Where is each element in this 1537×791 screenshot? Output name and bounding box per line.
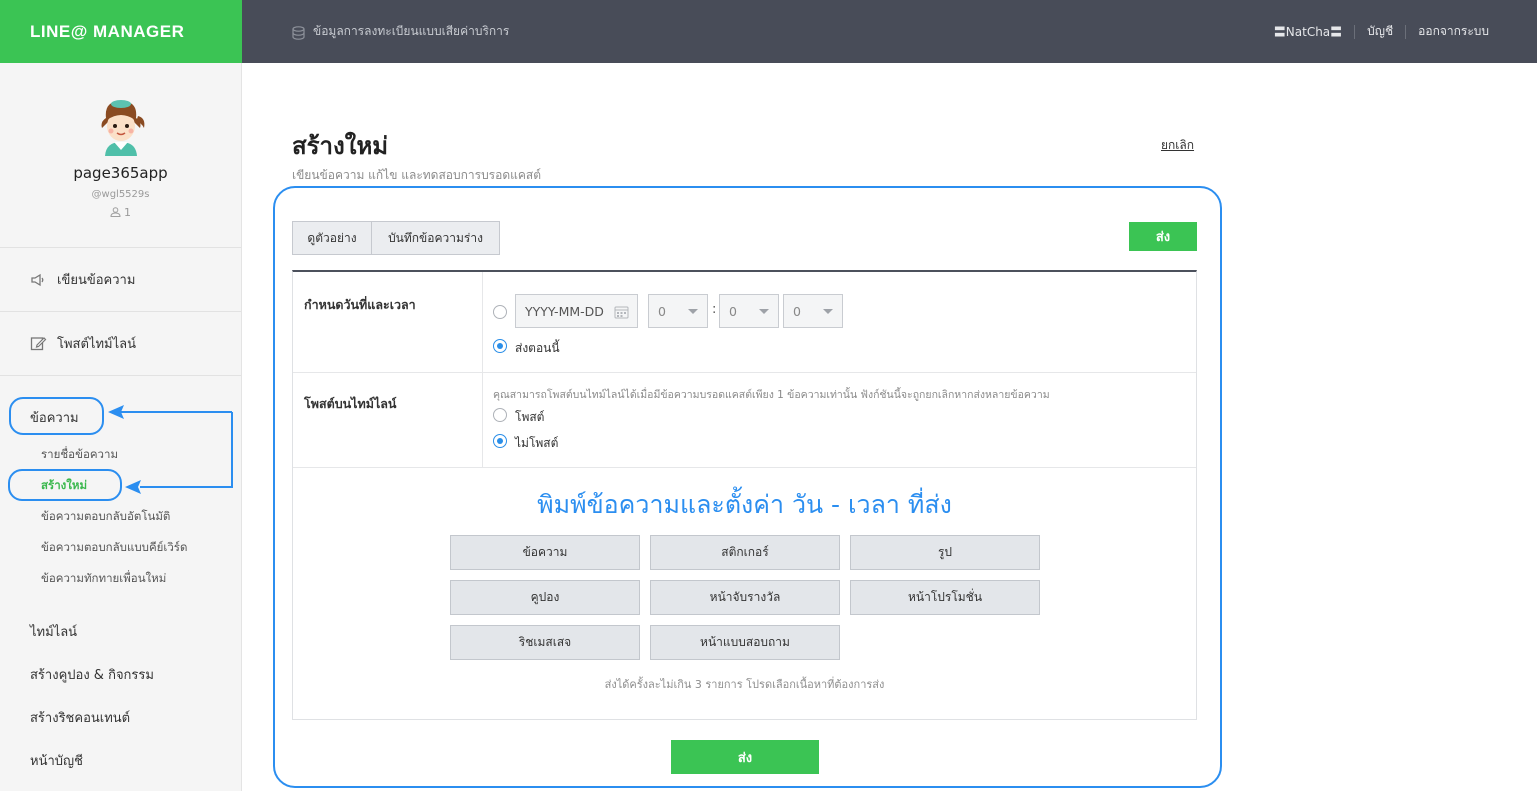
logout-link[interactable]: ออกจากระบบ — [1418, 22, 1489, 41]
annotation-text: พิมพ์ข้อความและตั้งค่า วัน - เวลา ที่ส่ง — [537, 490, 952, 519]
profile-id: @wgl5529s — [91, 189, 150, 200]
sidebar-item-timeline-post[interactable]: โพสต์ไทม์ไลน์ — [0, 312, 241, 376]
breadcrumb[interactable]: ข้อมูลการลงทะเบียนแบบเสียค่าบริการ — [313, 22, 509, 41]
schedule-label: กำหนดวันที่และเวลา — [304, 297, 416, 312]
content-type-survey-button[interactable]: หน้าแบบสอบถาม — [650, 625, 840, 660]
annotation-ring-message — [9, 397, 104, 435]
sidebar-item-label: เขียนข้อความ — [57, 273, 136, 288]
annotation-ring-create-new — [8, 469, 122, 501]
sidebar-section-rich-content[interactable]: สร้างริชคอนเทนต์ — [30, 707, 130, 728]
date-input[interactable]: YYYY-MM-DD — [515, 294, 638, 328]
timeline-row: โพสต์บนไทม์ไลน์ คุณสามารถโพสต์บนไทม์ไลน์… — [293, 373, 1196, 468]
cancel-link[interactable]: ยกเลิก — [1161, 136, 1194, 155]
content-type-rich-message-button[interactable]: ริชเมสเสจ — [450, 625, 640, 660]
timeline-radio-nopost[interactable] — [493, 434, 507, 448]
user-menu[interactable]: 〓NatCha〓 — [1274, 23, 1342, 40]
profile-name: page365app — [73, 164, 168, 182]
send-button-bottom[interactable]: ส่ง — [671, 740, 819, 774]
schedule-now-label[interactable]: ส่งตอนนี้ — [515, 339, 560, 358]
time-separator: : — [712, 302, 717, 317]
chevron-down-icon — [688, 309, 698, 314]
sidebar-section-coupon-event[interactable]: สร้างคูปอง & กิจกรรม — [30, 664, 154, 685]
send-button-top[interactable]: ส่ง — [1129, 222, 1197, 251]
brand-logo[interactable]: LINE@ MANAGER — [0, 0, 242, 63]
save-draft-button[interactable]: บันทึกข้อความร่าง — [371, 221, 500, 255]
page-title: สร้างใหม่ — [292, 132, 389, 160]
calendar-icon[interactable] — [614, 305, 629, 319]
chevron-down-icon — [823, 309, 833, 314]
hour-select[interactable]: 0 — [648, 294, 708, 328]
divider — [1405, 24, 1407, 39]
divider — [1354, 24, 1356, 39]
top-bar: LINE@ MANAGER ข้อมูลการลงทะเบียนแบบเสียค… — [0, 0, 1537, 63]
date-placeholder: YYYY-MM-DD — [525, 303, 604, 319]
timeline-radio-post[interactable] — [493, 408, 507, 422]
account-link[interactable]: บัญชี — [1367, 22, 1393, 41]
schedule-row: กำหนดวันที่และเวลา YYYY-MM-DD 0 : 0 0 ส่… — [293, 272, 1196, 373]
hour-value: 0 — [658, 303, 666, 319]
label-cell — [293, 272, 483, 372]
content-type-coupon-button[interactable]: คูปอง — [450, 580, 640, 615]
minute-select[interactable]: 0 — [719, 294, 779, 328]
content-type-lottery-button[interactable]: หน้าจับรางวัล — [650, 580, 840, 615]
sidebar-subitem-auto-reply[interactable]: ข้อความตอบกลับอัตโนมัติ — [41, 508, 170, 526]
friend-count-value: 1 — [124, 206, 131, 219]
second-select[interactable]: 0 — [783, 294, 843, 328]
compose-form: กำหนดวันที่และเวลา YYYY-MM-DD 0 : 0 0 ส่… — [292, 270, 1197, 720]
timeline-hint: คุณสามารถโพสต์บนไทม์ไลน์ได้เมื่อมีข้อควา… — [493, 389, 1050, 401]
avatar[interactable] — [94, 98, 148, 156]
person-icon — [110, 207, 121, 217]
content-type-sticker-button[interactable]: สติกเกอร์ — [650, 535, 840, 570]
sidebar-item-label: โพสต์ไทม์ไลน์ — [57, 337, 136, 352]
chevron-down-icon — [759, 309, 769, 314]
sidebar-subitem-keyword-reply[interactable]: ข้อความตอบกลับแบบคีย์เวิร์ด — [41, 539, 187, 557]
top-nav: ข้อมูลการลงทะเบียนแบบเสียค่าบริการ 〓NatC… — [242, 0, 1537, 63]
database-icon — [292, 25, 305, 40]
edit-icon — [30, 337, 47, 351]
profile-card: page365app @wgl5529s 1 — [0, 63, 241, 248]
schedule-radio-now[interactable] — [493, 339, 507, 353]
content-type-image-button[interactable]: รูป — [850, 535, 1040, 570]
sidebar-subitem-greeting[interactable]: ข้อความทักทายเพื่อนใหม่ — [41, 570, 166, 588]
timeline-label: โพสต์บนไทม์ไลน์ — [304, 396, 397, 411]
timeline-nopost-label[interactable]: ไม่โพสต์ — [515, 434, 558, 453]
minute-value: 0 — [729, 303, 737, 319]
timeline-post-label[interactable]: โพสต์ — [515, 408, 544, 427]
sidebar-subitem-message-list[interactable]: รายชื่อข้อความ — [41, 446, 118, 464]
label-cell — [293, 373, 483, 467]
page-subtitle: เขียนข้อความ แก้ไข และทดสอบการบรอดแคสต์ — [292, 168, 542, 182]
sidebar-section-account-page[interactable]: หน้าบัญชี — [30, 750, 83, 771]
content-type-promotion-button[interactable]: หน้าโปรโมชั่น — [850, 580, 1040, 615]
preview-button[interactable]: ดูตัวอย่าง — [292, 221, 372, 255]
sidebar-item-write-message[interactable]: เขียนข้อความ — [0, 248, 241, 312]
friend-count: 1 — [0, 206, 241, 219]
sidebar-section-timeline[interactable]: ไทม์ไลน์ — [30, 621, 77, 642]
content-type-message-button[interactable]: ข้อความ — [450, 535, 640, 570]
limit-note: ส่งได้ครั้งละไม่เกิน 3 รายการ โปรดเลือกเ… — [604, 678, 885, 691]
second-value: 0 — [793, 303, 801, 319]
schedule-radio-datetime[interactable] — [493, 305, 507, 319]
megaphone-icon — [31, 273, 44, 286]
